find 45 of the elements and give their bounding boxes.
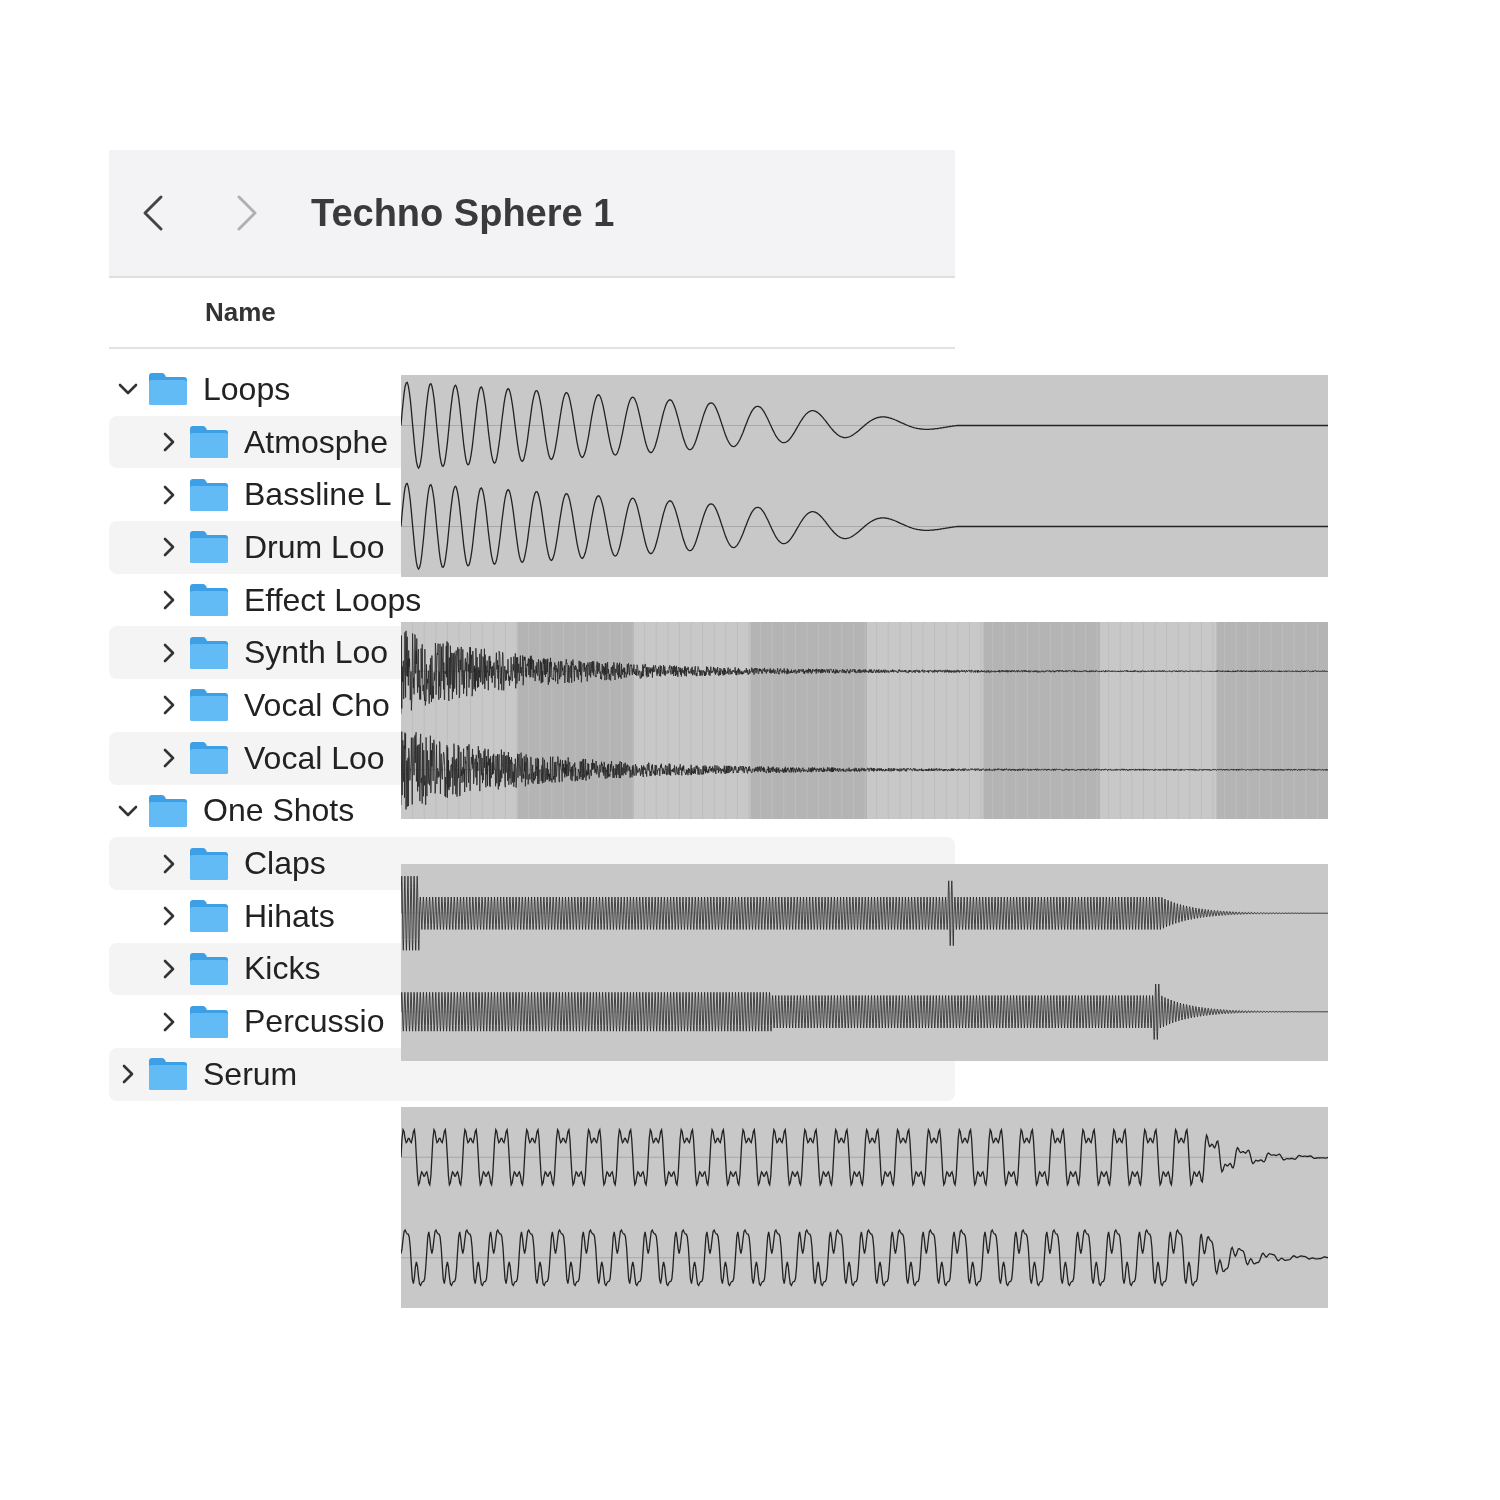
folder-name: Synth Loo [244,634,389,672]
folder-row[interactable]: Vocal Loo [109,731,401,785]
folder-icon [148,1057,188,1092]
folder-name: Atmosphe [244,423,389,461]
folder-icon [189,951,229,986]
folder-icon [148,372,188,407]
folder-row[interactable]: Loops [109,363,401,416]
folder-row[interactable]: Claps [109,837,401,890]
folder-row[interactable]: Kicks [109,942,401,996]
folder-name: Bassline L [244,476,392,514]
folder-name: Serum [203,1055,298,1093]
folder-name: Hihats [244,897,335,935]
window-title: Techno Sphere 1 [311,191,615,235]
folder-icon [189,899,229,934]
folder-row[interactable]: Hihats [109,889,401,943]
folder-row[interactable]: Atmosphe [109,415,401,469]
folder-name: One Shots [203,792,355,830]
column-header[interactable]: Name [109,278,955,349]
folder-name: Vocal Loo [244,739,385,777]
folder-name: Claps [244,845,326,883]
folder-name: Loops [203,370,291,408]
folder-name: Effect Loops [244,581,422,619]
folder-row[interactable]: Effect Loops [109,573,422,627]
folder-icon [148,793,188,828]
folder-icon [189,846,229,881]
folder-name: Vocal Cho [244,686,390,724]
back-icon[interactable] [141,193,165,233]
folder-icon [189,425,229,460]
folder-name: Drum Loo [244,528,385,566]
folder-icon [189,741,229,776]
folder-row[interactable]: Vocal Cho [109,679,401,732]
folder-row[interactable]: Synth Loo [109,626,401,680]
folder-row[interactable]: Drum Loo [109,521,401,574]
folder-row[interactable]: Bassline L [109,468,401,522]
folder-icon [189,635,229,670]
folder-icon [189,688,229,723]
folder-name: Percussio [244,1003,385,1041]
folder-row[interactable]: Serum [109,1047,401,1101]
folder-row[interactable]: One Shots [109,784,401,838]
folder-icon [189,530,229,565]
folder-name: Kicks [244,950,321,988]
folder-icon [189,583,229,618]
folder-row[interactable]: Percussio [109,995,401,1048]
folder-icon [189,1004,229,1039]
folder-icon [189,477,229,512]
